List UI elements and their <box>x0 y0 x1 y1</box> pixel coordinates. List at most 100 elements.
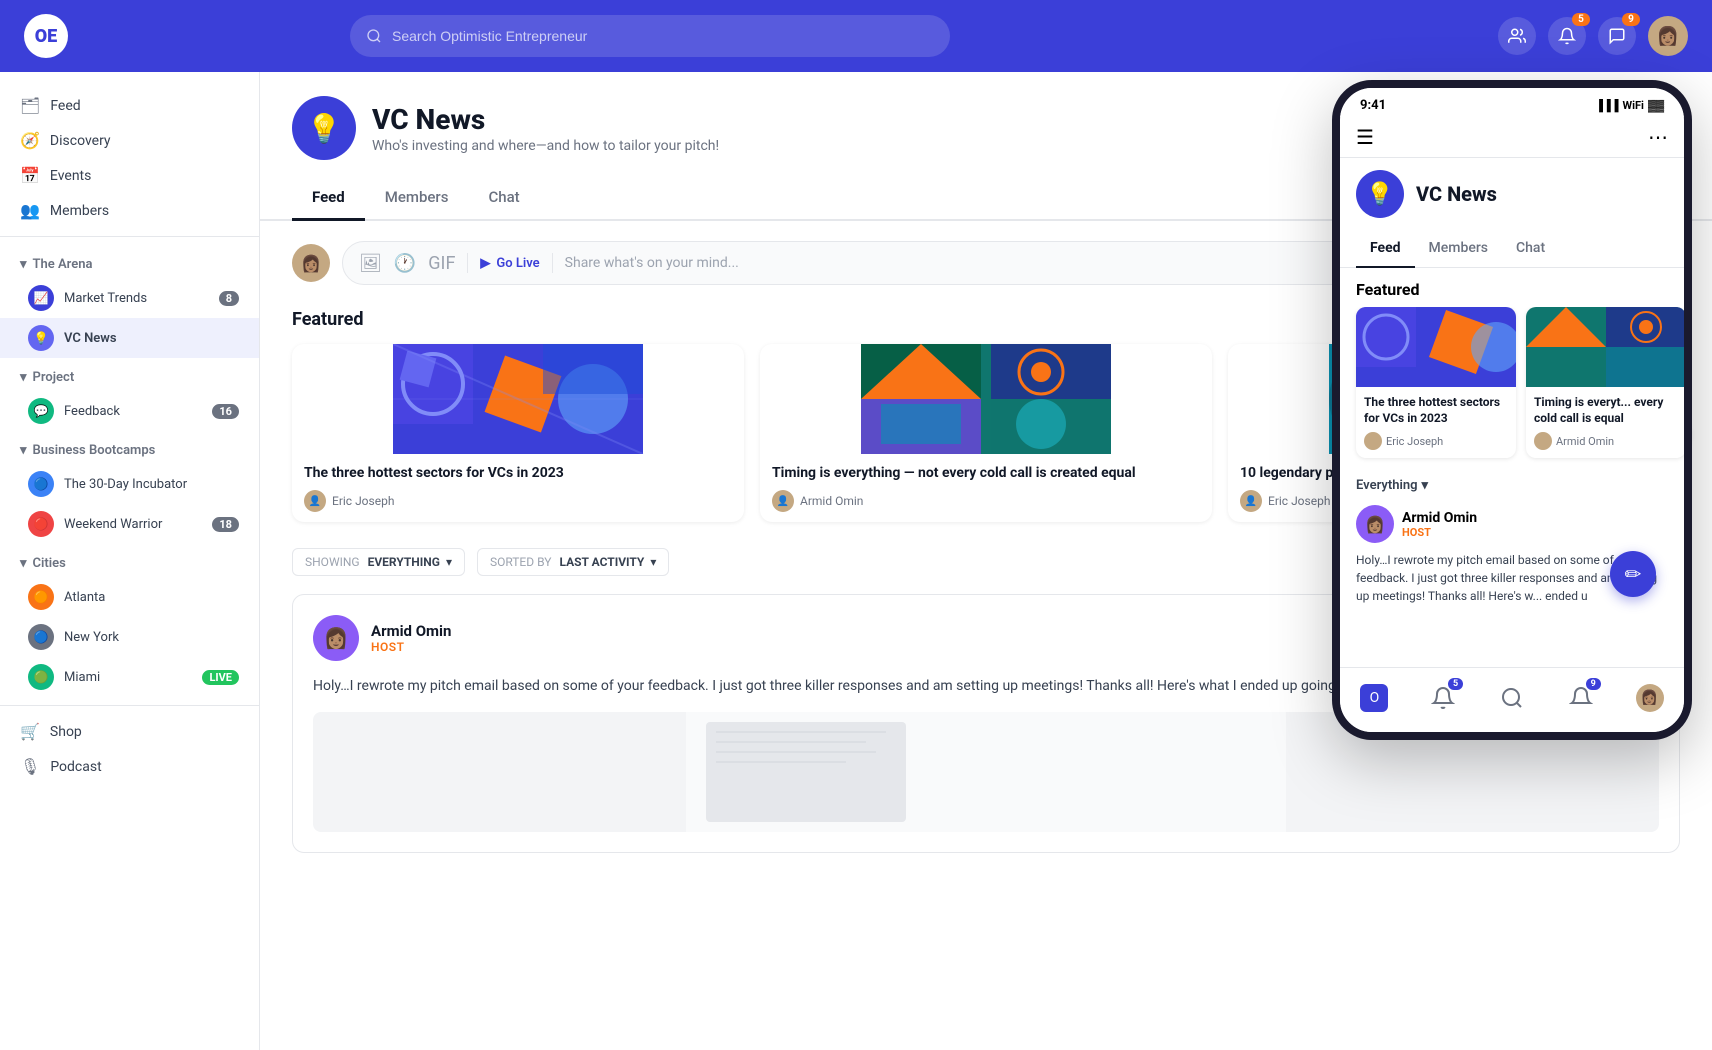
chevron-down-icon-bootcamps: ▾ <box>20 443 27 458</box>
featured-card-1[interactable]: The three hottest sectors for VCs in 202… <box>292 344 744 522</box>
wifi-icon: WiFi <box>1622 99 1643 112</box>
discovery-icon: 🧭 <box>20 131 40 150</box>
notifications-btn[interactable]: 5 <box>1548 17 1586 55</box>
messages-badge: 9 <box>1622 13 1640 26</box>
section-header-project[interactable]: ▾ Project <box>0 358 259 391</box>
sidebar: 🗂 Feed 🧭 Discovery 📅 Events 👥 Members ▾ … <box>0 72 260 1050</box>
mobile-notifications-badge: 9 <box>1586 678 1601 690</box>
sidebar-item-market-trends[interactable]: 📈 Market Trends 8 <box>0 278 259 318</box>
mobile-cards-row: The three hottest sectors for VCs in 202… <box>1340 307 1684 470</box>
chevron-down-mobile-filter: ▾ <box>1422 478 1429 493</box>
mobile-time: 9:41 <box>1360 98 1386 113</box>
chevron-down-icon-cities: ▾ <box>20 556 27 571</box>
shop-icon: 🛒 <box>20 722 40 741</box>
mobile-author-avatar-1 <box>1364 432 1382 450</box>
mobile-search-icon <box>1500 686 1524 710</box>
mobile-card-info-2: Timing is everyt... every cold call is e… <box>1526 387 1684 458</box>
sidebar-item-vc-news[interactable]: 💡 VC News <box>0 318 259 358</box>
search-bar[interactable] <box>350 15 950 57</box>
chevron-down-showing: ▾ <box>446 555 452 569</box>
notifications-badge: 5 <box>1572 13 1590 26</box>
sidebar-item-weekend-warrior[interactable]: 🔴 Weekend Warrior 18 <box>0 504 259 544</box>
section-header-bootcamps[interactable]: ▾ Business Bootcamps <box>0 431 259 464</box>
sidebar-item-new-york[interactable]: 🔵 New York <box>0 617 259 657</box>
featured-card-2[interactable]: Timing is everything — not every cold ca… <box>760 344 1212 522</box>
image-icon[interactable]: 🖼 <box>359 253 382 274</box>
app-logo[interactable]: OE <box>24 14 68 58</box>
chevron-down-icon: ▾ <box>20 257 27 272</box>
mobile-status-bar: 9:41 ▐▐▐ WiFi ▓▓ <box>1340 88 1684 117</box>
mobile-bottom-nav: O 5 9 👩🏽 <box>1340 667 1684 732</box>
mobile-pattern-2 <box>1526 307 1684 387</box>
mobile-status-icons: ▐▐▐ WiFi ▓▓ <box>1595 99 1664 112</box>
incubator-avatar: 🔵 <box>28 471 54 497</box>
mobile-filter-dropdown[interactable]: Everything ▾ <box>1356 478 1428 493</box>
mobile-card-img-1 <box>1356 307 1516 387</box>
input-divider-2 <box>552 253 553 273</box>
people-icon <box>1508 27 1526 45</box>
people-icon-btn[interactable] <box>1498 17 1536 55</box>
tab-feed[interactable]: Feed <box>292 176 365 221</box>
mobile-fab-button[interactable]: ✏ <box>1610 551 1656 597</box>
post-user-role: Host <box>371 640 451 654</box>
mobile-tab-members[interactable]: Members <box>1415 230 1502 268</box>
author-avatar-1: 👤 <box>304 490 326 512</box>
ny-avatar: 🔵 <box>28 624 54 650</box>
section-header-cities[interactable]: ▾ Cities <box>0 544 259 577</box>
group-info: VC News Who's investing and where—and ho… <box>372 103 719 154</box>
top-navigation: OE 5 9 👩🏽 <box>0 0 1712 72</box>
mobile-profile-btn[interactable]: 👩🏽 <box>1630 678 1670 718</box>
mobile-search-btn[interactable] <box>1492 678 1532 718</box>
mobile-tab-feed[interactable]: Feed <box>1356 230 1415 268</box>
card-image-2 <box>760 344 1212 454</box>
market-trends-avatar: 📈 <box>28 285 54 311</box>
card-title-2: Timing is everything — not every cold ca… <box>772 464 1200 482</box>
feedback-avatar: 💬 <box>28 398 54 424</box>
gif-icon[interactable]: GIF <box>428 253 455 274</box>
card-author-1: 👤 Eric Joseph <box>304 490 732 512</box>
mobile-tabs: Feed Members Chat <box>1340 230 1684 268</box>
sidebar-item-discovery[interactable]: 🧭 Discovery <box>0 123 259 158</box>
mobile-home-btn[interactable]: O <box>1354 678 1394 718</box>
mobile-group-name: VC News <box>1416 182 1497 206</box>
sidebar-item-members[interactable]: 👥 Members <box>0 193 259 228</box>
sidebar-item-feed[interactable]: 🗂 Feed <box>0 88 259 123</box>
sidebar-item-events[interactable]: 📅 Events <box>0 158 259 193</box>
mobile-filter-row: Everything ▾ <box>1340 470 1684 497</box>
mobile-tab-chat[interactable]: Chat <box>1502 230 1559 268</box>
section-header-arena[interactable]: ▾ The Arena <box>0 245 259 278</box>
clock-icon[interactable]: 🕐 <box>394 253 416 274</box>
mobile-notifications-btn[interactable]: 9 <box>1561 678 1601 718</box>
showing-filter[interactable]: SHOWING EVERYTHING ▾ <box>292 548 465 576</box>
sidebar-item-miami[interactable]: 🟢 Miami LIVE <box>0 657 259 697</box>
current-user-avatar: 👩🏽 <box>292 244 330 282</box>
post-user-name: Armid Omin <box>371 622 451 640</box>
sidebar-item-shop[interactable]: 🛒 Shop <box>0 714 259 749</box>
search-input[interactable] <box>392 28 934 44</box>
mobile-card-1[interactable]: The three hottest sectors for VCs in 202… <box>1356 307 1516 458</box>
feedback-badge: 16 <box>212 404 239 419</box>
user-avatar[interactable]: 👩🏽 <box>1648 16 1688 56</box>
mobile-menu-icon[interactable]: ☰ <box>1356 125 1374 149</box>
sidebar-item-atlanta[interactable]: 🟠 Atlanta <box>0 577 259 617</box>
mobile-card-2[interactable]: Timing is everyt... every cold call is e… <box>1526 307 1684 458</box>
sidebar-item-incubator[interactable]: 🔵 The 30-Day Incubator <box>0 464 259 504</box>
mobile-more-icon[interactable]: ⋯ <box>1648 125 1668 149</box>
search-icon <box>366 28 382 44</box>
card-image-1 <box>292 344 744 454</box>
mobile-mockup: 9:41 ▐▐▐ WiFi ▓▓ ☰ ⋯ 💡 VC News Feed Memb… <box>1332 80 1692 740</box>
mobile-activity-btn[interactable]: 5 <box>1423 678 1463 718</box>
chevron-down-icon-project: ▾ <box>20 370 27 385</box>
messages-btn[interactable]: 9 <box>1598 17 1636 55</box>
mobile-card-author-1: Eric Joseph <box>1364 432 1508 450</box>
tab-members[interactable]: Members <box>365 176 469 221</box>
sorted-filter[interactable]: SORTED BY LAST ACTIVITY ▾ <box>477 548 669 576</box>
video-icon: ▶ <box>480 256 490 271</box>
tab-chat[interactable]: Chat <box>468 176 539 221</box>
sidebar-item-podcast[interactable]: 🎙 Podcast <box>0 749 259 784</box>
mobile-post-header: 👩🏽 Armid Omin HOST <box>1356 505 1668 543</box>
author-avatar-2: 👤 <box>772 490 794 512</box>
go-live-button[interactable]: ▶ Go Live <box>480 256 539 271</box>
sidebar-item-feedback[interactable]: 💬 Feedback 16 <box>0 391 259 431</box>
mobile-nav-bar: ☰ ⋯ <box>1340 117 1684 158</box>
